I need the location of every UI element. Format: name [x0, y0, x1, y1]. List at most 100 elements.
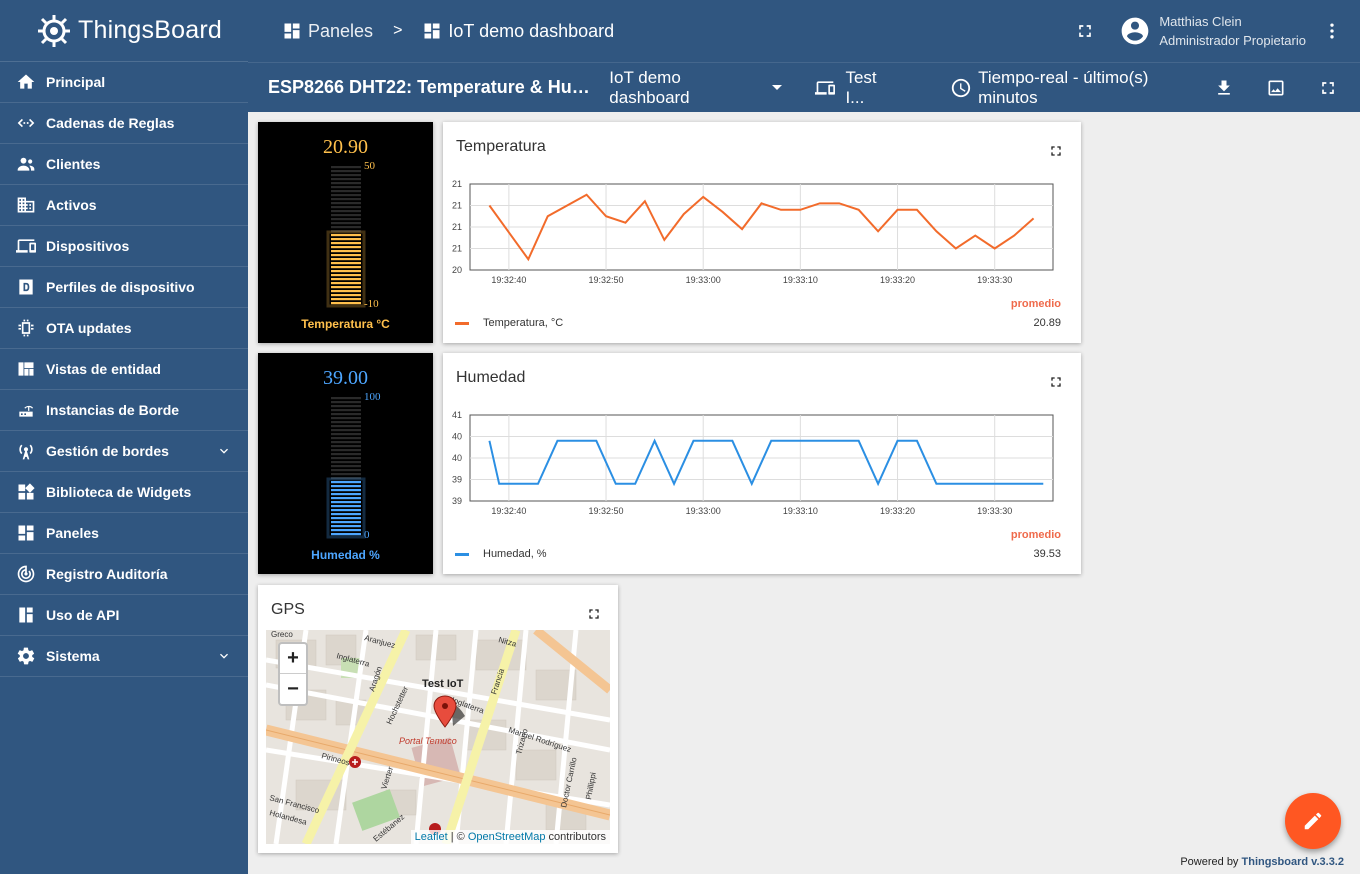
x-tick-label: 19:33:10	[783, 506, 818, 516]
gauge-empty-segment	[331, 178, 361, 181]
breadcrumb-label: IoT demo dashboard	[448, 20, 615, 41]
map-canvas[interactable]: Inglaterra Aranjuez Aragón Hochstetter F…	[266, 630, 610, 844]
entity-alias-select[interactable]: Test I...	[814, 68, 901, 108]
sidebar-item-activos[interactable]: Activos	[0, 185, 248, 226]
sidebar: ThingsBoard Principal Cadenas de Reglas …	[0, 0, 248, 874]
gauge-fill-segment	[331, 294, 361, 297]
more-menu-button[interactable]	[1320, 19, 1344, 43]
gauge-empty-segment	[331, 206, 361, 209]
breadcrumb-separator: >	[393, 22, 403, 39]
fullscreen-button[interactable]	[1073, 19, 1097, 43]
gauge-fill-segment	[331, 485, 361, 488]
export-button[interactable]	[1212, 76, 1236, 100]
sidebar-item-instancias-de-borde[interactable]: Instancias de Borde	[0, 390, 248, 431]
y-tick-label: 21	[452, 244, 462, 254]
gauge-fill-segment	[331, 278, 361, 281]
dashboard-select[interactable]: IoT demo dashboard	[609, 68, 782, 108]
gps-fullscreen-button[interactable]	[586, 606, 602, 622]
breadcrumb-current-dashboard: IoT demo dashboard	[422, 21, 614, 42]
code-arrows-icon	[16, 113, 36, 133]
gauge-fill-segment	[331, 521, 361, 524]
y-tick-label: 40	[452, 432, 462, 442]
gauge-empty-segment	[331, 417, 361, 420]
edit-dashboard-button[interactable]	[1285, 793, 1341, 849]
x-tick-label: 19:33:20	[880, 506, 915, 516]
sidebar-item-gestion-de-bordes[interactable]: Gestión de bordes	[0, 431, 248, 472]
osm-link[interactable]: OpenStreetMap	[468, 831, 546, 843]
sidebar-item-label: Principal	[46, 74, 106, 90]
gauge-empty-segment	[331, 421, 361, 424]
temperature-legend[interactable]: Temperatura, °C	[455, 317, 563, 329]
street-map-tiles: Inglaterra Aranjuez Aragón Hochstetter F…	[266, 630, 610, 844]
gauge-empty-segment	[331, 186, 361, 189]
sidebar-item-biblioteca-de-widgets[interactable]: Biblioteca de Widgets	[0, 472, 248, 513]
gauge-fill-segment	[331, 497, 361, 500]
dashboard-image-button[interactable]	[1264, 76, 1288, 100]
sidebar-item-registro-auditoria[interactable]: Registro Auditoría	[0, 554, 248, 595]
sidebar-item-principal[interactable]: Principal	[0, 62, 248, 103]
temperature-gauge-min: -10	[364, 298, 379, 310]
dashboard-icon	[424, 23, 440, 39]
gauge-fill-segment	[331, 266, 361, 269]
router-icon	[16, 400, 36, 420]
y-tick-label: 21	[452, 179, 462, 189]
marker-label: Test IoT	[422, 678, 464, 690]
gauge-empty-segment	[331, 405, 361, 408]
device-profile-icon	[16, 277, 36, 297]
gauge-empty-segment	[331, 397, 361, 400]
breadcrumb-paneles[interactable]: Paneles	[282, 21, 373, 42]
sidebar-item-clientes[interactable]: Clientes	[0, 144, 248, 185]
user-menu[interactable]: Matthias Clein Administrador Propietario	[1119, 12, 1306, 50]
gauge-empty-segment	[331, 401, 361, 404]
more-vert-icon	[1330, 23, 1334, 39]
zoom-in-button[interactable]: +	[280, 644, 306, 674]
dashboard-fullscreen-button[interactable]	[1316, 76, 1340, 100]
map-attribution: Leaflet | © OpenStreetMap contributors	[410, 830, 610, 844]
gps-map-widget: GPS Inglaterra Aranjuez Aragón Hochstett…	[258, 585, 618, 853]
poi-label: Portal Temuco	[399, 736, 457, 746]
zoom-out-button[interactable]: −	[280, 674, 306, 704]
y-tick-label: 21	[452, 222, 462, 232]
gauge-empty-segment	[331, 453, 361, 456]
timewindow-select[interactable]: Tiempo-real - último(s) minutos	[950, 68, 1212, 108]
gauge-empty-segment	[331, 194, 361, 197]
sidebar-item-label: Perfiles de dispositivo	[46, 279, 195, 295]
sidebar-item-vistas-de-entidad[interactable]: Vistas de entidad	[0, 349, 248, 390]
widgets-icon	[16, 482, 36, 502]
legend-swatch	[455, 552, 469, 556]
sidebar-item-cadenas-de-reglas[interactable]: Cadenas de Reglas	[0, 103, 248, 144]
humidity-gauge-max: 100	[364, 391, 381, 403]
chevron-down-icon	[216, 648, 232, 664]
chip-icon	[16, 318, 36, 338]
gauge-empty-segment	[331, 198, 361, 201]
y-tick-label: 41	[452, 410, 462, 420]
powered-brand-link[interactable]: Thingsboard v.3.3.2	[1242, 856, 1345, 868]
gauge-fill-segment	[331, 529, 361, 532]
sidebar-item-uso-de-api[interactable]: Uso de API	[0, 595, 248, 636]
gauge-empty-segment	[331, 465, 361, 468]
sidebar-item-label: Dispositivos	[46, 238, 130, 254]
sidebar-item-dispositivos[interactable]: Dispositivos	[0, 226, 248, 267]
sidebar-item-label: Cadenas de Reglas	[46, 115, 175, 131]
humidity-legend-label: Humedad, %	[483, 548, 547, 560]
sidebar-item-perfiles-de-dispositivo[interactable]: Perfiles de dispositivo	[0, 267, 248, 308]
fullscreen-icon	[1322, 81, 1334, 94]
caret-down-icon	[771, 85, 782, 90]
sidebar-item-sistema[interactable]: Sistema	[0, 636, 248, 677]
humidity-legend[interactable]: Humedad, %	[455, 548, 547, 560]
building-icon	[16, 195, 36, 215]
antenna-icon	[16, 441, 36, 461]
chevron-down-icon	[216, 443, 232, 459]
powered-by: Powered by Thingsboard v.3.3.2	[1180, 856, 1344, 868]
gauge-empty-segment	[331, 218, 361, 221]
sidebar-item-ota-updates[interactable]: OTA updates	[0, 308, 248, 349]
gauge-fill-segment	[331, 274, 361, 277]
breadcrumb-label: Paneles	[308, 20, 374, 41]
gauge-fill-segment	[331, 286, 361, 289]
temperature-line-chart: 21 21 21 21 20 19:32:40 19:32:50 19:33:00 19:33:…	[452, 179, 1054, 285]
brand-logo-row[interactable]: ThingsBoard	[0, 0, 248, 62]
sidebar-item-label: Registro Auditoría	[46, 566, 168, 582]
leaflet-link[interactable]: Leaflet	[415, 831, 448, 843]
view-quilt-icon	[16, 359, 36, 379]
sidebar-item-paneles[interactable]: Paneles	[0, 513, 248, 554]
